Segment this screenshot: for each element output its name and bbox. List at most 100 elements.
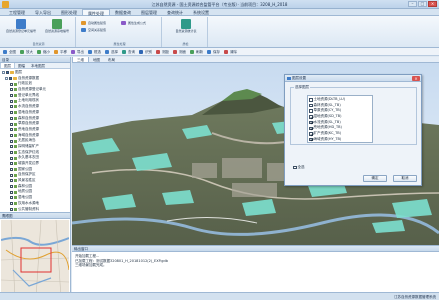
polygon-layer-icon xyxy=(14,128,17,132)
polygon-layer-icon xyxy=(14,202,17,206)
layer-checkbox[interactable] xyxy=(10,150,13,154)
select-all-checkbox[interactable]: 全选 xyxy=(293,165,305,170)
parcel-number-button[interactable]: 自然资源宗地编号 xyxy=(40,18,74,38)
layer-checkbox[interactable] xyxy=(10,99,13,103)
full-extent-tool[interactable]: 全图 xyxy=(3,49,16,55)
refresh-tool[interactable]: 刷新 xyxy=(190,49,203,55)
pan-tool[interactable]: 平移 xyxy=(54,49,67,55)
menu-tab-attributes[interactable]: 属性处理 xyxy=(82,9,110,16)
checkbox[interactable] xyxy=(309,103,313,108)
layer-checkbox[interactable] xyxy=(10,122,13,126)
menu-tab-layers[interactable]: 图层管理 xyxy=(136,9,162,15)
layer-checkbox[interactable] xyxy=(10,173,13,177)
dialog-layer-item[interactable]: 海域资源(HY_TB) xyxy=(309,137,371,143)
measure-distance-tool[interactable]: 测距 xyxy=(156,49,169,55)
log-line: 三维场景加载完成。 xyxy=(75,263,107,267)
identify-tool[interactable]: 识别 xyxy=(139,49,152,55)
tab-local-layers[interactable]: 本地图层 xyxy=(28,63,48,68)
menu-tab-import-export[interactable]: 导入导出 xyxy=(30,9,56,15)
ribbon-group-label: 属性处理 xyxy=(113,42,126,46)
layer-checkbox[interactable] xyxy=(10,179,13,183)
layer-checkbox[interactable] xyxy=(10,139,13,143)
layer-checkbox[interactable] xyxy=(10,94,13,98)
maximize-button[interactable]: □ xyxy=(418,1,427,7)
menu-tab-query[interactable]: 数据查询 xyxy=(110,9,136,15)
polygon-layer-icon xyxy=(14,105,17,109)
auto-attribute-button[interactable]: 自动属性赋值 xyxy=(81,20,106,26)
cancel-button[interactable]: 取消 xyxy=(393,175,417,182)
tab-3d[interactable]: 三维 xyxy=(72,57,89,62)
close-button[interactable]: × xyxy=(428,1,437,7)
tab-layout[interactable]: 布局 xyxy=(104,57,119,62)
expand-toggle[interactable] xyxy=(2,71,5,75)
layer-checkbox[interactable] xyxy=(10,128,13,132)
zoom-in-icon xyxy=(20,50,24,54)
polygon-layer-icon xyxy=(14,156,17,160)
box-select-tool[interactable]: 框选 xyxy=(88,49,101,55)
layer-checkbox[interactable] xyxy=(10,82,13,86)
dialog-close-button[interactable]: × xyxy=(412,76,420,81)
checkbox[interactable] xyxy=(309,98,313,102)
checkbox[interactable] xyxy=(309,126,313,131)
polygon-layer-icon xyxy=(14,94,17,98)
zoom-in-tool[interactable]: 放大 xyxy=(20,49,33,55)
measure-area-tool[interactable]: 测面 xyxy=(173,49,186,55)
area-icon xyxy=(173,50,177,54)
query-tool[interactable]: 查询 xyxy=(122,49,135,55)
layer-checkbox[interactable] xyxy=(10,162,13,166)
layer-checkbox[interactable] xyxy=(10,116,13,120)
layer-checkbox[interactable] xyxy=(10,190,13,194)
save-icon xyxy=(207,50,211,54)
checkbox[interactable] xyxy=(309,120,313,125)
menu-tab-settings[interactable]: 系统设置 xyxy=(188,9,214,15)
checkbox[interactable] xyxy=(309,132,313,136)
expand-toggle[interactable] xyxy=(5,77,8,81)
statistics-table-button[interactable]: 自然资源统计表 xyxy=(168,18,204,38)
tab-layers[interactable]: 图层 xyxy=(0,63,15,68)
pointer-icon xyxy=(105,50,109,54)
polygon-layer-icon xyxy=(14,99,17,103)
layer-checkbox[interactable] xyxy=(10,145,13,149)
minimize-button[interactable]: – xyxy=(408,1,417,7)
layer-checkbox[interactable] xyxy=(10,185,13,189)
layer-checkbox[interactable] xyxy=(6,71,9,75)
layer-checkbox[interactable] xyxy=(10,88,13,92)
map-toolbar: 全图 放大 缩小 平移 导出 框选 选择 查询 识别 测距 测面 刷新 保存 清… xyxy=(0,48,439,56)
layer-checkbox[interactable] xyxy=(10,168,13,172)
ribbon-group-label: 质检 xyxy=(182,42,189,46)
polygon-layer-icon xyxy=(14,168,17,172)
spatial-relation-button[interactable]: 空间关系赋值 xyxy=(81,27,106,33)
checkbox[interactable] xyxy=(309,137,313,142)
overview-map[interactable] xyxy=(1,220,69,298)
checkbox[interactable] xyxy=(309,109,313,113)
layer-checkbox[interactable] xyxy=(10,202,13,206)
layer-checkbox[interactable] xyxy=(10,156,13,160)
menu-bar: 工程管理 导入导出 图形处理 属性处理 数据查询 图层管理 查询统计 系统设置 xyxy=(0,9,439,16)
select-tool[interactable]: 选择 xyxy=(105,49,118,55)
layer-checklist: 土地资源(DLTB_LU) 森林资源(SL_TB) 草原资源(CY_TB) 湿地资源(… xyxy=(307,95,373,143)
ribbon-group-quality: 自然资源统计表 质检 xyxy=(164,17,208,47)
layer-checkbox[interactable] xyxy=(10,196,13,200)
formula-button[interactable]: 属性生成公式 xyxy=(121,20,146,26)
polygon-layer-icon xyxy=(14,122,17,126)
export-tool[interactable]: 导出 xyxy=(71,49,84,55)
menu-tab-project[interactable]: 工程管理 xyxy=(4,9,30,15)
tab-map[interactable]: 地图 xyxy=(89,57,104,62)
layer-checkbox[interactable] xyxy=(10,111,13,115)
zoom-out-tool[interactable]: 缩小 xyxy=(37,49,50,55)
clear-tool[interactable]: 清除 xyxy=(224,49,237,55)
layer-checkbox[interactable] xyxy=(10,133,13,137)
checkbox[interactable] xyxy=(293,165,297,170)
ok-button[interactable]: 确定 xyxy=(363,175,387,182)
registration-unit-number-button[interactable]: 自然资源登记单元编号 xyxy=(4,18,38,38)
layer-checkbox[interactable] xyxy=(9,77,12,81)
layer-checkbox[interactable] xyxy=(10,105,13,109)
menu-tab-graphics[interactable]: 图形处理 xyxy=(56,9,82,15)
box-select-icon xyxy=(88,50,92,54)
layer-checkbox[interactable] xyxy=(10,207,13,211)
menu-tab-statistics[interactable]: 查询统计 xyxy=(162,9,188,15)
export-icon xyxy=(71,50,75,54)
tab-map-sheets[interactable]: 图幅 xyxy=(15,63,28,68)
save-tool[interactable]: 保存 xyxy=(207,49,220,55)
checkbox[interactable] xyxy=(309,115,313,119)
